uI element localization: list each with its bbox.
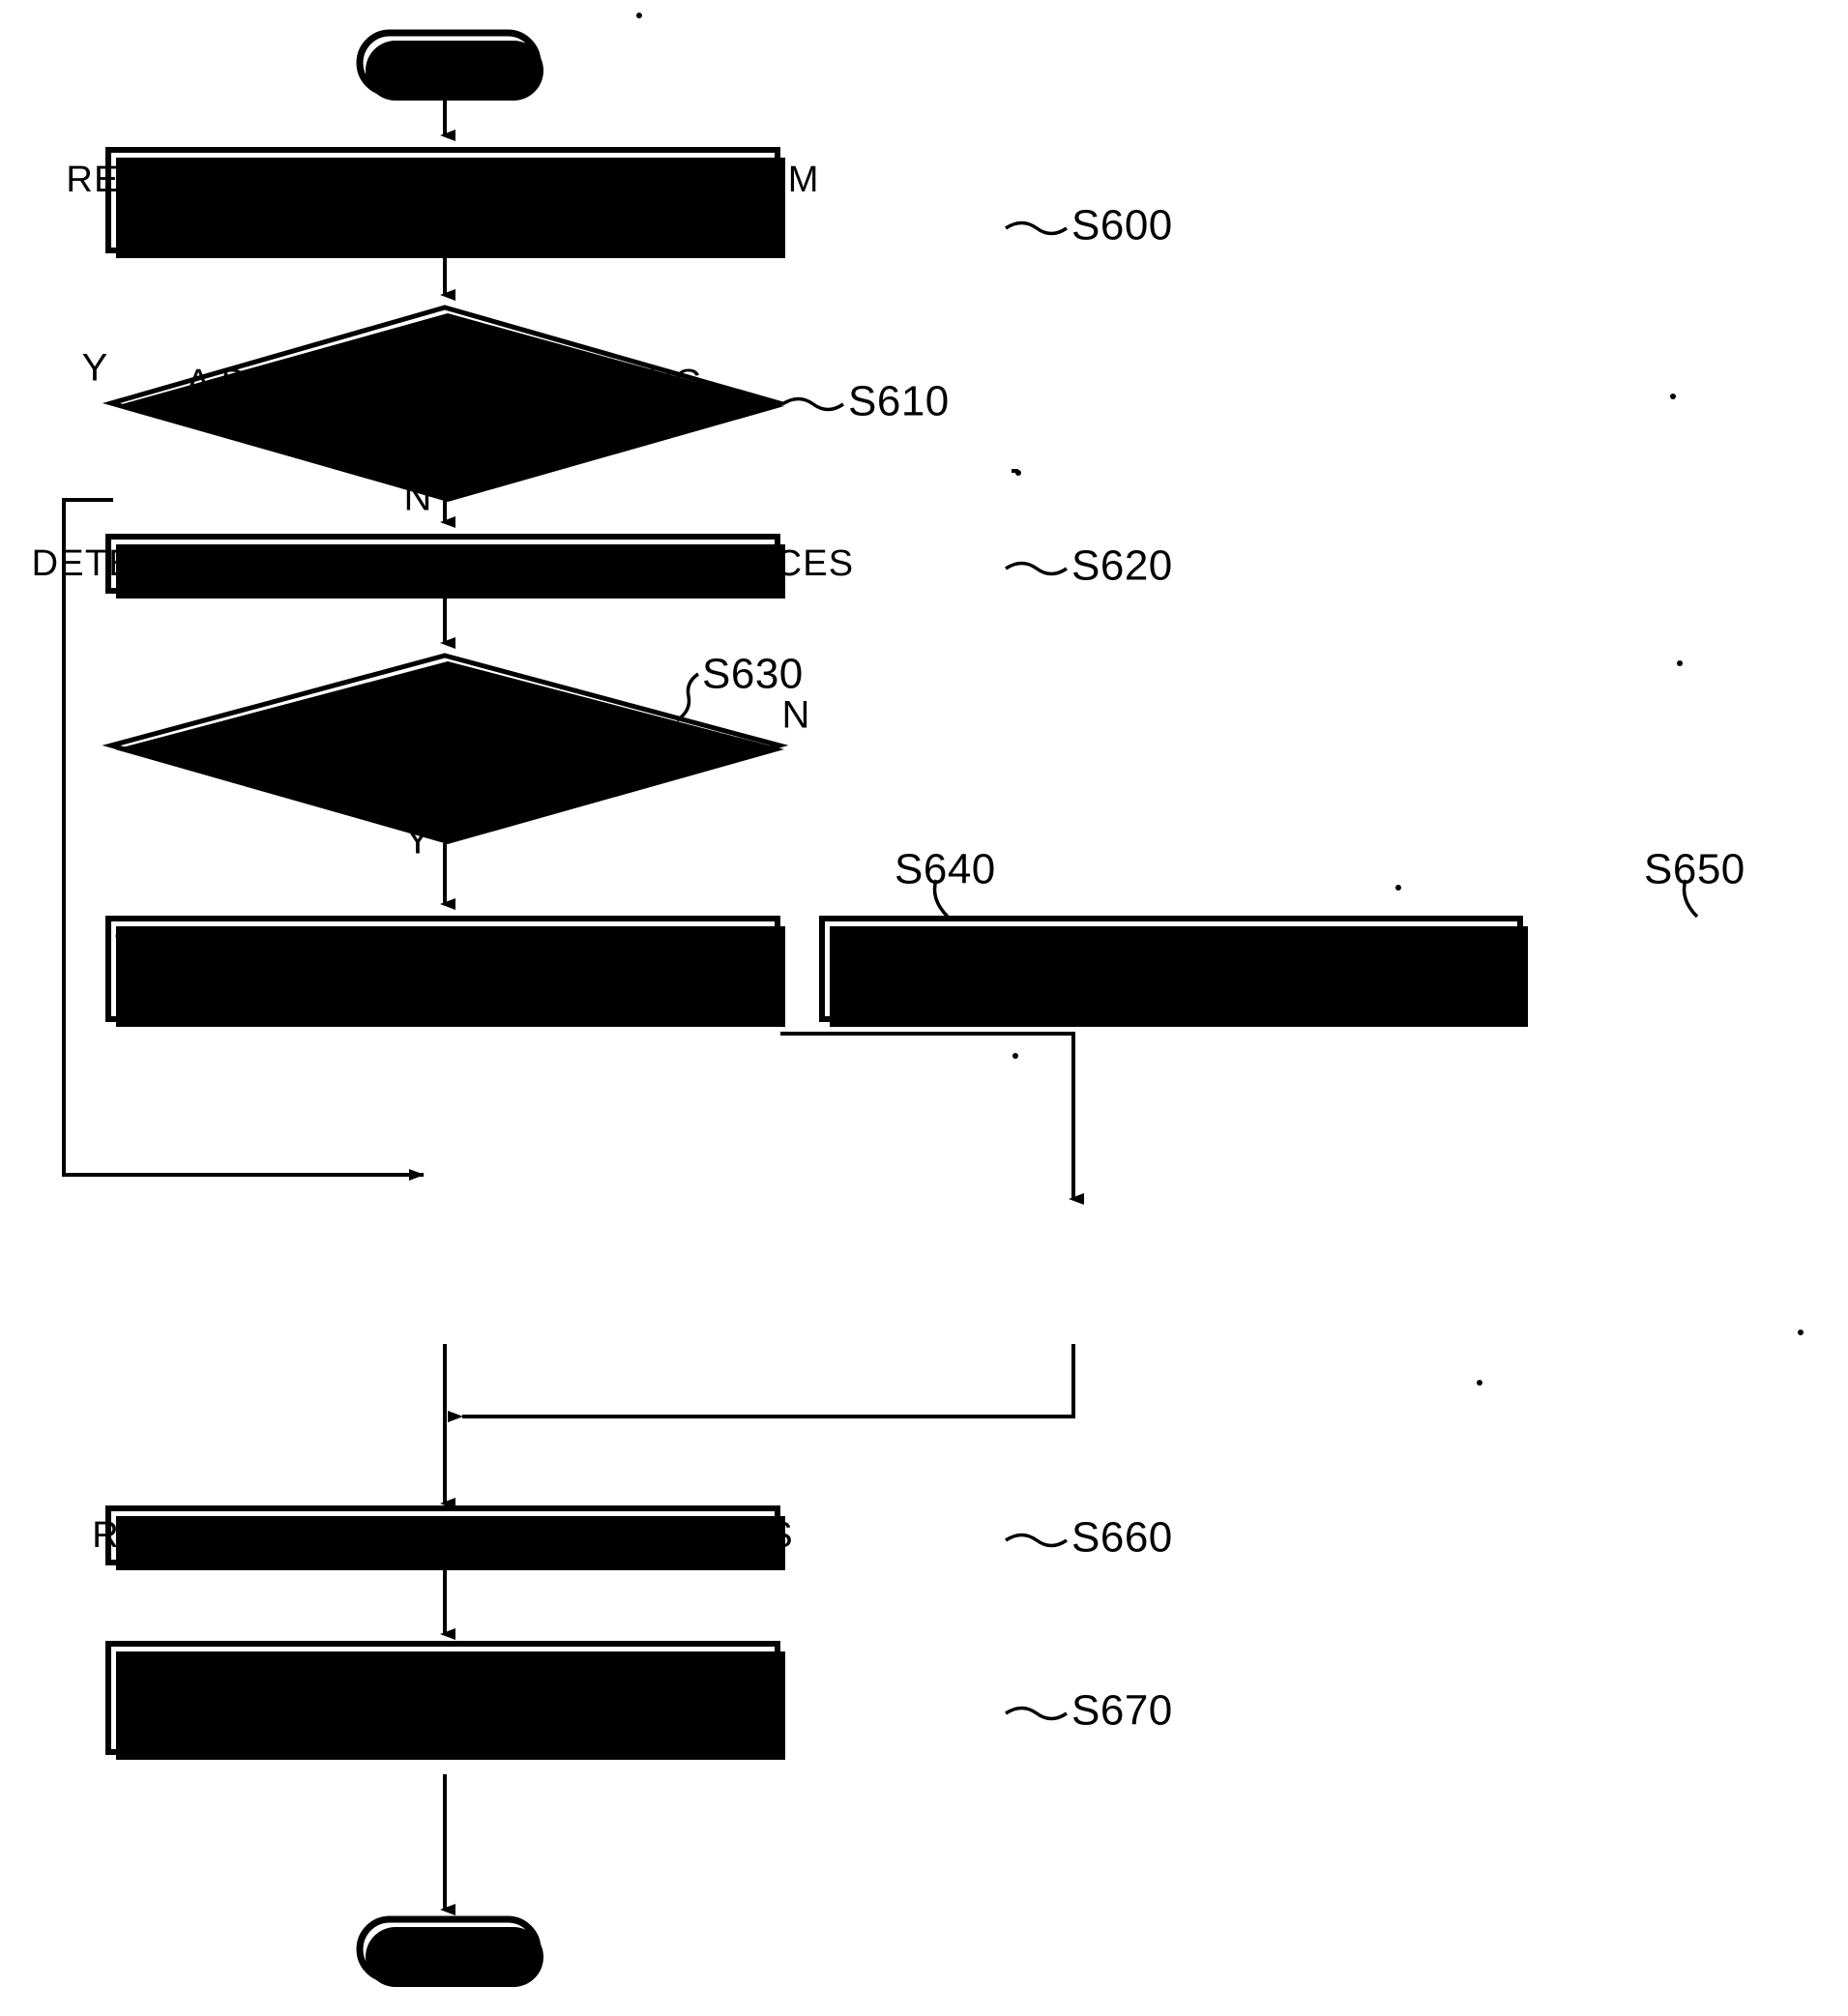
- s630-line1: IS: [426, 666, 463, 707]
- s600-line2: EXTERNAL DEVICE: [264, 202, 621, 243]
- ref-s650-label: S650: [1644, 846, 1745, 893]
- node-s620: DETERMINE PREPARED STATE OF DEVICES: [32, 534, 855, 599]
- s610-line2: A DEVICE FOR RECORDING: [186, 363, 703, 403]
- ref-s660-label: S660: [1071, 1514, 1173, 1562]
- s610-line1: IS: [426, 318, 463, 359]
- node-end: END: [356, 1915, 543, 1987]
- s640-line2: TO CORRESPONDING DEVICE: [161, 971, 724, 1011]
- ref-s630-label: S630: [702, 651, 804, 698]
- s610-line3: SELECTED BY USER?: [243, 406, 648, 447]
- ref-s620-label: S620: [1071, 542, 1173, 590]
- s630-line3: PREPARED?: [330, 753, 560, 794]
- s610-yes-branch-label: Y: [82, 347, 108, 390]
- ref-s620: S620: [1005, 542, 1173, 590]
- connector-s650-to-merge: [448, 1344, 1075, 1422]
- s610-no-branch-label: N: [404, 477, 432, 519]
- node-s640: TRANSMIT RECORDING COMMAND TO CORRESPOND…: [105, 916, 785, 1027]
- s650-line1: TRANSMIT RECORDING COMMAND: [843, 928, 1500, 969]
- ref-s640-label: S640: [895, 846, 996, 893]
- node-s630: IS ONLY ONE DEVICE PREPARED?: [102, 653, 789, 844]
- node-s600: RECEIVE RECORDING COMMAND FROM EXTERNAL …: [66, 147, 819, 258]
- connector-s610-yes-bypass: [62, 498, 425, 1181]
- s670-line1: CONDUCT RECORDING: [224, 1655, 661, 1696]
- ref-s660: S660: [1005, 1514, 1173, 1562]
- ref-s670-label: S670: [1071, 1687, 1173, 1735]
- ref-s610: S610: [781, 378, 950, 425]
- s650-line2: TO DEVICE SET AS DEFAULT: [903, 971, 1440, 1011]
- ref-s600-label: S600: [1071, 202, 1173, 249]
- s620-line1: DETERMINE PREPARED STATE OF DEVICES: [32, 543, 855, 584]
- s660-line1: RECEIVE AUDIO AND VIDEO SIGNALS: [92, 1515, 794, 1556]
- ref-s610-label: S610: [848, 378, 950, 425]
- ref-s650: S650: [1644, 846, 1745, 919]
- scan-artifacts: [636, 13, 1804, 1386]
- s600-line1: RECEIVE RECORDING COMMAND FROM: [66, 160, 819, 200]
- s640-line1: TRANSMIT RECORDING COMMAND: [115, 928, 772, 969]
- ref-s670: S670: [1005, 1687, 1173, 1735]
- ref-s600: S600: [1005, 202, 1173, 249]
- flowchart-canvas: START RECEIVE RECORDING COMMAND FROM EXT…: [32, 13, 1804, 1987]
- flowchart-figure: START RECEIVE RECORDING COMMAND FROM EXT…: [0, 0, 1848, 2016]
- node-start: START: [356, 29, 543, 101]
- node-s670: CONDUCT RECORDING IN CORRESPONDING DEVIC…: [105, 1641, 785, 1760]
- ref-s640: S640: [895, 846, 996, 919]
- end-label: END: [406, 1928, 492, 1971]
- node-s610: IS A DEVICE FOR RECORDING SELECTED BY US…: [102, 305, 789, 502]
- node-s650: TRANSMIT RECORDING COMMAND TO DEVICE SET…: [819, 916, 1528, 1027]
- connector-s630-no-to-s650: [780, 1032, 1084, 1205]
- s670-line2: IN CORRESPONDING DEVICE: [168, 1699, 718, 1739]
- s630-yes-branch-label: Y: [405, 820, 431, 862]
- start-label: START: [384, 42, 514, 84]
- s630-no-branch-label: N: [782, 694, 810, 737]
- node-s660: RECEIVE AUDIO AND VIDEO SIGNALS: [92, 1505, 794, 1570]
- s630-line2: ONLY ONE DEVICE: [270, 710, 621, 750]
